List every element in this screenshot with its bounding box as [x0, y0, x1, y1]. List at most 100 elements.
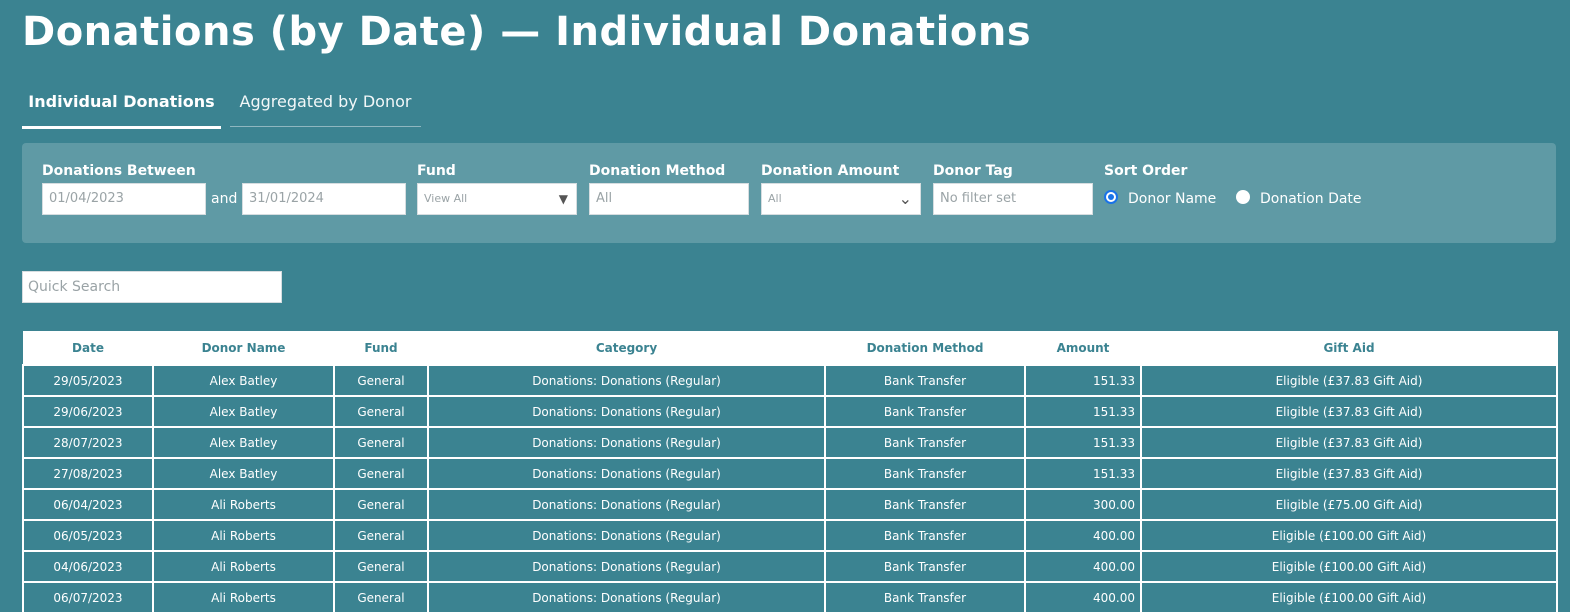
cell-amount: 151.33 — [1024, 457, 1142, 490]
column-header-donor-name[interactable]: Donor Name — [152, 331, 335, 366]
cell-amount: 400.00 — [1024, 550, 1142, 583]
cell-gift-aid: Eligible (£37.83 Gift Aid) — [1140, 395, 1558, 428]
cell-donation-method: Bank Transfer — [824, 457, 1026, 490]
column-header-fund[interactable]: Fund — [333, 331, 429, 366]
cell-amount: 300.00 — [1024, 488, 1142, 521]
cell-category: Donations: Donations (Regular) — [427, 581, 826, 612]
page: Donations (by Date) — Individual Donatio… — [0, 0, 1570, 612]
caret-down-icon: ▼ — [558, 192, 568, 206]
date-from-field[interactable]: 01/04/2023 — [42, 183, 206, 215]
cell-amount: 151.33 — [1024, 364, 1142, 397]
column-header-donation-method[interactable]: Donation Method — [824, 331, 1026, 366]
cell-donor-name: Ali Roberts — [152, 519, 335, 552]
column-header-gift-aid[interactable]: Gift Aid — [1140, 331, 1558, 366]
cell-donor-name: Alex Batley — [152, 364, 335, 397]
column-header-amount[interactable]: Amount — [1024, 331, 1142, 366]
cell-category: Donations: Donations (Regular) — [427, 426, 826, 459]
table-row[interactable]: 04/06/2023 Ali Roberts General Donations… — [22, 550, 1558, 583]
donor-tag-label: Donor Tag — [933, 163, 1013, 179]
cell-gift-aid: Eligible (£37.83 Gift Aid) — [1140, 457, 1558, 490]
table-row[interactable]: 29/06/2023 Alex Batley General Donations… — [22, 395, 1558, 428]
cell-gift-aid: Eligible (£100.00 Gift Aid) — [1140, 550, 1558, 583]
cell-date: 29/05/2023 — [22, 364, 154, 397]
donor-tag-field[interactable]: No filter set — [933, 183, 1093, 215]
cell-fund: General — [333, 426, 429, 459]
donation-method-label: Donation Method — [589, 163, 726, 179]
donations-between-label: Donations Between — [42, 163, 196, 179]
donations-between-group: Donations Between 01/04/2023 and 31/01/2… — [42, 161, 412, 215]
cell-amount: 400.00 — [1024, 519, 1142, 552]
fund-label: Fund — [417, 163, 456, 179]
table-row[interactable]: 27/08/2023 Alex Batley General Donations… — [22, 457, 1558, 490]
cell-date: 27/08/2023 — [22, 457, 154, 490]
cell-date: 29/06/2023 — [22, 395, 154, 428]
fund-select[interactable]: View All ▼ — [417, 183, 577, 215]
quick-search-input[interactable] — [22, 271, 282, 303]
table-row[interactable]: 29/05/2023 Alex Batley General Donations… — [22, 364, 1558, 397]
and-label: and — [211, 191, 238, 207]
table-row[interactable]: 28/07/2023 Alex Batley General Donations… — [22, 426, 1558, 459]
cell-date: 04/06/2023 — [22, 550, 154, 583]
fund-group: Fund View All ▼ — [417, 161, 577, 215]
table-row[interactable]: 06/04/2023 Ali Roberts General Donations… — [22, 488, 1558, 521]
cell-fund: General — [333, 519, 429, 552]
donation-amount-select[interactable]: All ⌄ — [761, 183, 921, 215]
tab-bar: Individual Donations Aggregated by Donor — [22, 80, 422, 130]
cell-category: Donations: Donations (Regular) — [427, 364, 826, 397]
cell-fund: General — [333, 488, 429, 521]
cell-gift-aid: Eligible (£100.00 Gift Aid) — [1140, 519, 1558, 552]
cell-donation-method: Bank Transfer — [824, 488, 1026, 521]
cell-donor-name: Ali Roberts — [152, 550, 335, 583]
donation-method-field[interactable]: All — [589, 183, 749, 215]
cell-gift-aid: Eligible (£37.83 Gift Aid) — [1140, 426, 1558, 459]
column-header-category[interactable]: Category — [427, 331, 826, 366]
cell-fund: General — [333, 581, 429, 612]
cell-amount: 400.00 — [1024, 581, 1142, 612]
table-header-row: Date Donor Name Fund Category Donation M… — [22, 331, 1558, 366]
cell-gift-aid: Eligible (£37.83 Gift Aid) — [1140, 364, 1558, 397]
table-row[interactable]: 06/07/2023 Ali Roberts General Donations… — [22, 581, 1558, 612]
cell-gift-aid: Eligible (£75.00 Gift Aid) — [1140, 488, 1558, 521]
cell-fund: General — [333, 550, 429, 583]
cell-amount: 151.33 — [1024, 426, 1142, 459]
cell-donor-name: Ali Roberts — [152, 488, 335, 521]
donation-amount-value: All — [768, 192, 782, 205]
sort-donation-date-label: Donation Date — [1260, 191, 1362, 207]
cell-date: 06/05/2023 — [22, 519, 154, 552]
cell-category: Donations: Donations (Regular) — [427, 488, 826, 521]
page-title: Donations (by Date) — Individual Donatio… — [22, 9, 1032, 55]
cell-date: 28/07/2023 — [22, 426, 154, 459]
donor-tag-group: Donor Tag No filter set — [933, 161, 1093, 215]
sort-by-donation-date-option[interactable]: Donation Date — [1236, 183, 1362, 215]
cell-donation-method: Bank Transfer — [824, 519, 1026, 552]
cell-donation-method: Bank Transfer — [824, 364, 1026, 397]
cell-fund: General — [333, 457, 429, 490]
tab-individual-donations[interactable]: Individual Donations — [22, 80, 221, 129]
cell-date: 06/07/2023 — [22, 581, 154, 612]
radio-unselected-icon[interactable] — [1236, 190, 1250, 204]
cell-category: Donations: Donations (Regular) — [427, 550, 826, 583]
column-header-date[interactable]: Date — [22, 331, 154, 366]
cell-date: 06/04/2023 — [22, 488, 154, 521]
tab-aggregated-by-donor[interactable]: Aggregated by Donor — [230, 80, 421, 127]
cell-fund: General — [333, 395, 429, 428]
cell-category: Donations: Donations (Regular) — [427, 457, 826, 490]
cell-category: Donations: Donations (Regular) — [427, 519, 826, 552]
cell-donor-name: Ali Roberts — [152, 581, 335, 612]
cell-donation-method: Bank Transfer — [824, 550, 1026, 583]
radio-selected-icon[interactable] — [1104, 190, 1118, 204]
fund-select-value: View All — [424, 192, 468, 205]
donation-amount-label: Donation Amount — [761, 163, 900, 179]
date-to-field[interactable]: 31/01/2024 — [242, 183, 406, 215]
cell-gift-aid: Eligible (£100.00 Gift Aid) — [1140, 581, 1558, 612]
sort-order-group: Sort Order Donor Name Donation Date — [1104, 161, 1404, 207]
donation-method-group: Donation Method All — [589, 161, 749, 215]
donations-table: Date Donor Name Fund Category Donation M… — [22, 331, 1558, 612]
cell-donation-method: Bank Transfer — [824, 395, 1026, 428]
cell-donation-method: Bank Transfer — [824, 426, 1026, 459]
filter-panel: Donations Between 01/04/2023 and 31/01/2… — [22, 143, 1556, 243]
sort-donor-name-label: Donor Name — [1128, 191, 1217, 207]
table-row[interactable]: 06/05/2023 Ali Roberts General Donations… — [22, 519, 1558, 552]
sort-by-donor-name-option[interactable]: Donor Name — [1104, 183, 1216, 215]
cell-category: Donations: Donations (Regular) — [427, 395, 826, 428]
